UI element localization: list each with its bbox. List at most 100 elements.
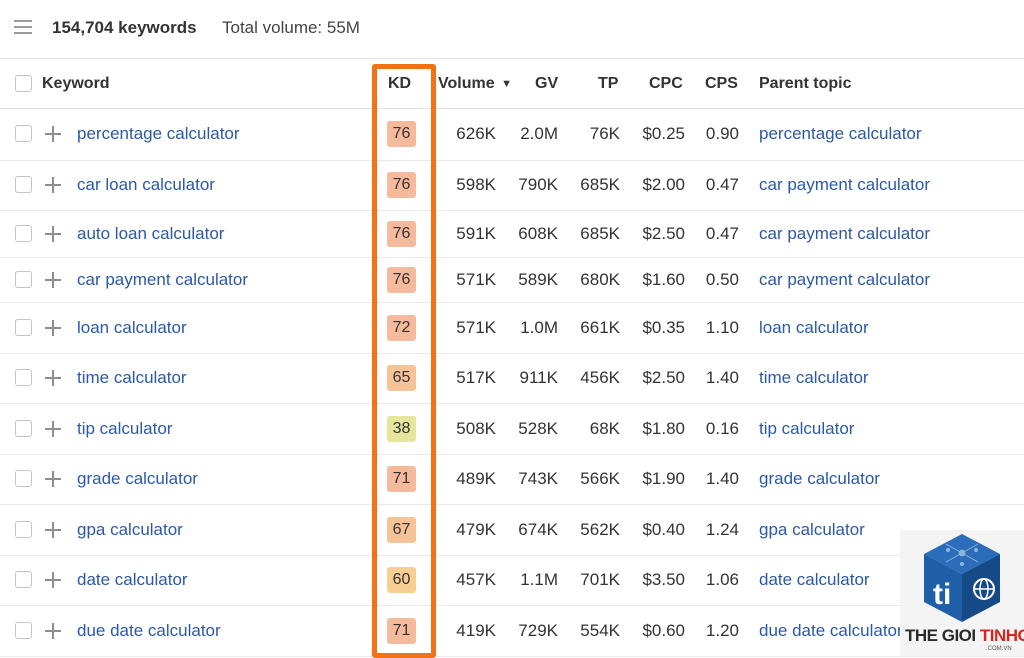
column-header-gv[interactable]: GV (535, 75, 558, 93)
cps-cell: 1.24 (705, 520, 739, 539)
add-keyword-icon[interactable] (45, 319, 61, 336)
select-all-checkbox[interactable] (15, 75, 32, 92)
keyword-link[interactable]: car payment calculator (77, 270, 248, 290)
keyword-link[interactable]: loan calculator (77, 318, 187, 338)
parent-topic-link[interactable]: loan calculator (759, 318, 869, 338)
add-keyword-icon[interactable] (45, 177, 61, 193)
cps-cell: 0.47 (705, 175, 739, 194)
kd-badge: 76 (387, 266, 416, 293)
parent-topic-link[interactable]: gpa calculator (759, 520, 865, 540)
volume-cell: 598K (456, 175, 496, 194)
gv-cell: 1.1M (520, 570, 558, 589)
menu-icon[interactable] (14, 20, 32, 36)
row-checkbox[interactable] (15, 621, 32, 639)
column-header-cpc[interactable]: CPC (649, 75, 683, 93)
keyword-link[interactable]: date calculator (77, 570, 188, 590)
volume-cell: 489K (456, 469, 496, 488)
column-header-tp[interactable]: TP (598, 75, 618, 93)
keyword-link[interactable]: due date calculator (77, 621, 221, 641)
keyword-link[interactable]: grade calculator (77, 469, 198, 489)
column-header-volume-label: Volume (438, 75, 495, 92)
cps-cell: 1.40 (705, 469, 739, 488)
table-row: car payment calculator 76 571K 589K 680K $1.6… (0, 257, 1024, 303)
row-checkbox[interactable] (15, 419, 32, 437)
sort-desc-icon: ▼ (501, 78, 512, 90)
parent-topic-link[interactable]: due date calculator (759, 621, 903, 641)
column-header-cps[interactable]: CPS (705, 75, 738, 93)
kd-badge: 72 (387, 314, 416, 341)
kd-badge: 76 (387, 121, 416, 147)
watermark-brand-part1: THE GIOI (905, 626, 976, 645)
add-keyword-icon[interactable] (45, 126, 61, 142)
row-checkbox[interactable] (15, 176, 32, 193)
column-header-keyword[interactable]: Keyword (42, 75, 110, 93)
gv-cell: 743K (518, 469, 558, 488)
row-checkbox[interactable] (15, 571, 32, 588)
volume-cell: 591K (456, 224, 496, 243)
add-keyword-icon[interactable] (45, 622, 61, 639)
top-bar: 154,704 keywords Total volume: 55M (0, 0, 1024, 59)
column-header-parent-topic[interactable]: Parent topic (759, 75, 851, 93)
table-row: time calculator 65 517K 911K 456K $2.50 1.40 ti… (0, 353, 1024, 404)
kd-badge: 76 (387, 172, 416, 198)
tp-cell: 661K (580, 318, 620, 337)
row-checkbox[interactable] (15, 369, 32, 386)
cps-cell: 1.40 (705, 368, 739, 387)
volume-cell: 479K (456, 520, 496, 539)
parent-topic-link[interactable]: grade calculator (759, 469, 880, 489)
row-checkbox[interactable] (15, 520, 32, 538)
row-checkbox[interactable] (15, 125, 32, 142)
watermark-brand: THE GIOI TINHOC (905, 626, 1024, 646)
volume-cell: 517K (456, 368, 496, 387)
tp-cell: 76K (589, 124, 620, 143)
column-header-kd[interactable]: KD (388, 75, 411, 93)
gv-cell: 674K (518, 520, 558, 539)
parent-topic-link[interactable]: car payment calculator (759, 224, 930, 244)
watermark-logo: ti THE GIOI TINHOC .COM.VN (900, 530, 1024, 656)
keyword-link[interactable]: auto loan calculator (77, 224, 224, 244)
kd-badge: 71 (387, 466, 416, 492)
gv-cell: 2.0M (520, 124, 558, 143)
keyword-link[interactable]: car loan calculator (77, 175, 215, 195)
watermark-brand-part2: TINHOC (979, 626, 1024, 645)
parent-topic-link[interactable]: car payment calculator (759, 270, 930, 290)
row-checkbox[interactable] (15, 318, 32, 336)
table-row: percentage calculator 76 626K 2.0M 76K $0.25 0… (0, 108, 1024, 161)
cps-cell: 1.10 (705, 318, 739, 337)
add-keyword-icon[interactable] (45, 370, 61, 386)
add-keyword-icon[interactable] (45, 471, 61, 487)
add-keyword-icon[interactable] (45, 420, 61, 437)
add-keyword-icon[interactable] (45, 225, 61, 242)
table-row: gpa calculator 67 479K 674K 562K $0.40 1.24 gpa… (0, 504, 1024, 556)
gv-cell: 1.0M (520, 318, 558, 337)
parent-topic-link[interactable]: tip calculator (759, 419, 854, 439)
table-row: tip calculator 38 508K 528K 68K $1.80 0.16 tip … (0, 403, 1024, 455)
row-checkbox[interactable] (15, 470, 32, 487)
table-row: due date calculator 71 419K 729K 554K $0.60 1.… (0, 605, 1024, 657)
add-keyword-icon[interactable] (45, 572, 61, 588)
gv-cell: 608K (518, 224, 558, 243)
table-row: car loan calculator 76 598K 790K 685K $2.00 0.… (0, 160, 1024, 211)
keyword-link[interactable]: percentage calculator (77, 124, 240, 144)
tp-cell: 685K (580, 175, 620, 194)
volume-cell: 571K (456, 270, 496, 289)
parent-topic-link[interactable]: car payment calculator (759, 175, 930, 195)
keyword-link[interactable]: tip calculator (77, 419, 172, 439)
column-header-volume[interactable]: Volume ▼ (438, 75, 512, 93)
parent-topic-link[interactable]: percentage calculator (759, 124, 922, 144)
parent-topic-link[interactable]: date calculator (759, 570, 870, 590)
parent-topic-link[interactable]: time calculator (759, 368, 869, 388)
cps-cell: 0.16 (705, 419, 739, 438)
keyword-count: 154,704 keywords (52, 18, 197, 37)
gv-cell: 790K (518, 175, 558, 194)
cpc-cell: $3.50 (642, 570, 685, 589)
keyword-link[interactable]: gpa calculator (77, 520, 183, 540)
row-checkbox[interactable] (15, 270, 32, 288)
keyword-link[interactable]: time calculator (77, 368, 187, 388)
table-row: auto loan calculator 76 591K 608K 685K $2.50 0… (0, 210, 1024, 258)
tp-cell: 566K (580, 469, 620, 488)
row-checkbox[interactable] (15, 224, 32, 242)
add-keyword-icon[interactable] (45, 521, 61, 538)
add-keyword-icon[interactable] (45, 271, 61, 288)
kd-badge: 71 (387, 617, 416, 644)
